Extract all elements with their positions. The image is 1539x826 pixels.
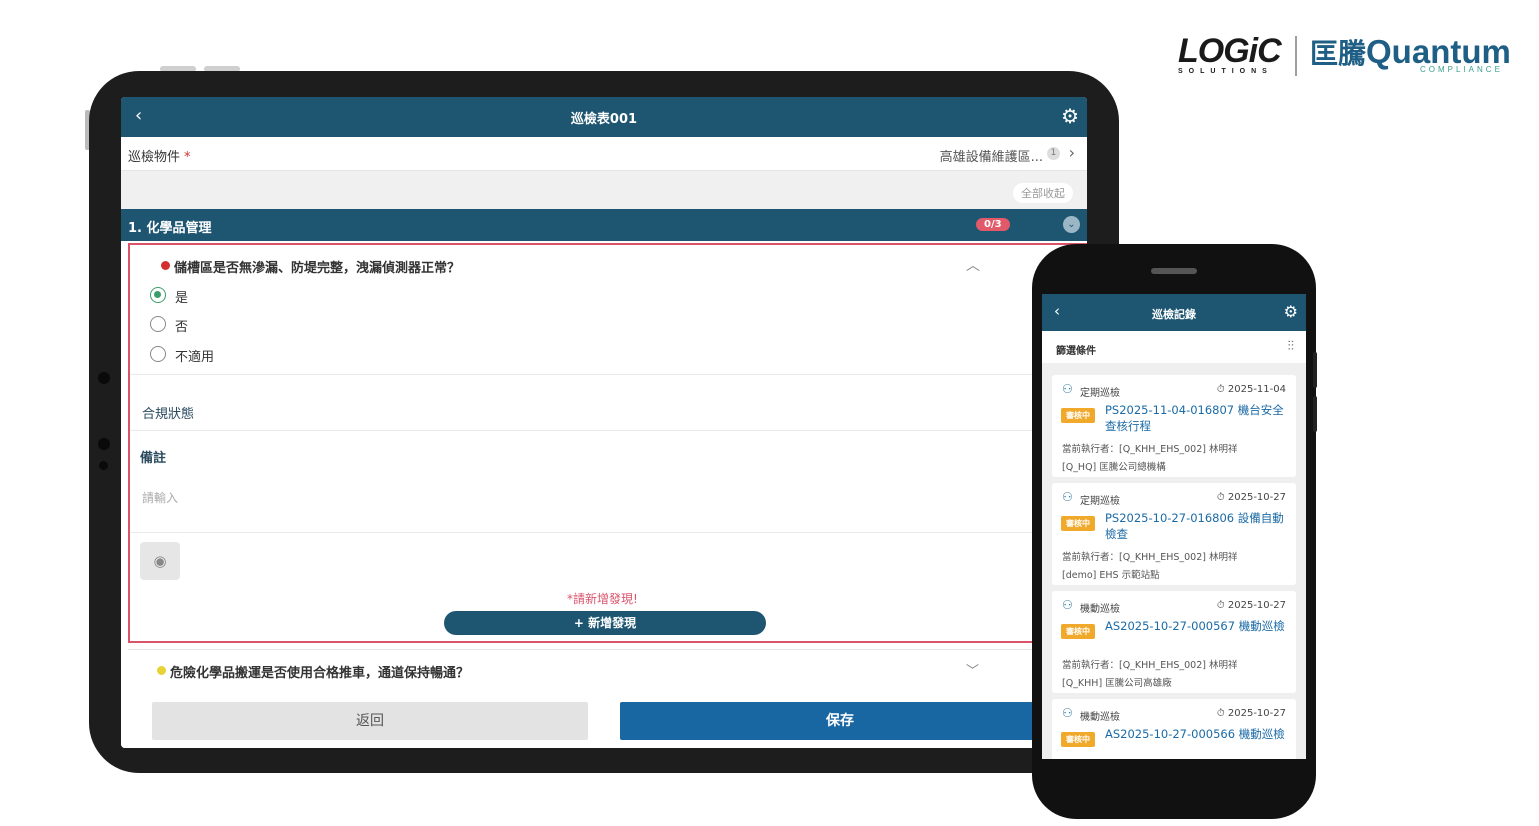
option-label: 不適用 [175,350,215,365]
status-badge: 審核中 [1061,516,1095,531]
required-mark: * [184,150,191,165]
add-finding-button[interactable]: + 新增發現 [444,611,766,635]
yellow-dot-icon [157,666,166,675]
divider [130,532,1087,533]
record-date: ⏱ 2025-10-27 [1216,600,1286,611]
record-org: [demo] EHS 示範站點 [1062,570,1160,581]
compliance-status-label[interactable]: 合規狀態 [142,403,194,422]
radio-icon[interactable] [150,346,166,362]
status-badge: 審核中 [1061,408,1095,423]
inspection-object-row[interactable]: 巡檢物件 * 高雄設備維護區... 1 › [121,137,1087,171]
tablet-screen: ‹ 巡檢表001 ⚙ 巡檢物件 * 高雄設備維護區... 1 › 全部收起 1. … [121,97,1087,748]
option-label: 否 [175,320,189,335]
inspection-object-label: 巡檢物件 * [128,150,191,165]
record-date: ⏱ 2025-11-04 [1216,384,1286,395]
page-title: 巡檢表001 [570,112,638,127]
phone-side-button [1313,396,1317,432]
question-text: 危險化學品搬運是否使用合格推車，通道保持暢通？ [170,666,470,681]
section-progress-badge: 0/3 [976,218,1010,231]
phone-screen: ‹ 巡檢記錄 ⚙ 篩選條件 ⫶⫶ ⚇ 定期巡檢 ⏱ 2025-11-04 審核中… [1042,294,1306,759]
record-kind: 機動巡檢 [1080,712,1120,723]
filter-bar[interactable]: 篩選條件 ⫶⫶ [1042,331,1306,363]
note-label: 備註 [140,451,167,466]
save-button[interactable]: 保存 [620,702,1060,740]
record-card[interactable]: ⚇ 定期巡檢 ⏱ 2025-11-04 審核中 PS2025-11-04-016… [1052,375,1296,477]
record-code: PS2025-11-04-016807 機台安全查核行程 [1105,403,1284,433]
question-text: 儲槽區是否無滲漏、防堤完整，洩漏偵測器正常？ [174,261,461,276]
tablet-camera [98,372,110,384]
option-label: 是 [175,291,189,306]
chevron-down-icon[interactable]: ﹀ [966,660,979,679]
quantum-cn-wordmark: 匡騰 [1310,37,1367,70]
quantum-subtitle: COMPLIANCE [1420,65,1503,74]
object-count-badge: 1 [1047,147,1060,160]
chevron-right-icon: › [1068,143,1075,162]
radio-icon[interactable] [150,316,166,332]
record-card[interactable]: ⚇ 機動巡檢 ⏱ 2025-10-27 審核中 AS2025-10-27-000… [1052,591,1296,693]
section-header[interactable]: 1. 化學品管理 0/3 ⌄ [121,209,1087,241]
finding-warning: *請新增發現! [567,592,638,606]
collapse-all-button[interactable]: 全部收起 [1013,183,1073,203]
record-executor: 當前執行者：[Q_KHH_EHS_002] 林明祥 [1062,552,1238,563]
record-card[interactable]: ⚇ 定期巡檢 ⏱ 2025-10-27 審核中 PS2025-10-27-016… [1052,483,1296,585]
status-badge: 審核中 [1061,732,1095,747]
phone-speaker [1151,268,1197,274]
question-card-collapsed[interactable]: 危險化學品搬運是否使用合格推車，通道保持暢通？ ﹀ [128,649,1087,693]
bottom-action-bar: 返回 保存 [121,694,1087,748]
record-code: AS2025-10-27-000566 機動巡檢 [1105,727,1285,741]
gear-icon[interactable]: ⚙ [1284,302,1298,321]
back-button[interactable]: 返回 [152,702,588,740]
record-card[interactable]: ⚇ 機動巡檢 ⏱ 2025-10-27 審核中 AS2025-10-27-000… [1052,699,1296,759]
divider [130,374,1087,375]
record-code: PS2025-10-27-016806 設備自動檢查 [1105,511,1284,541]
tablet-sensor [98,438,110,450]
logic-wordmark: LOGiC [1178,32,1282,70]
logic-solutions-logo: LOGiC SOLUTIONS [1178,34,1288,76]
divider [130,430,1087,431]
record-org: [Q_KHH] 匡騰公司高雄廠 [1062,678,1172,689]
filter-label: 篩選條件 [1056,346,1096,357]
inspector-icon: ⚇ [1062,598,1073,612]
quantum-compliance-logo: 匡騰Quantum COMPLIANCE [1310,32,1520,76]
record-executor: 當前執行者：[Q_KHH_EHS_002] 林明祥 [1062,444,1238,455]
record-date: ⏱ 2025-10-27 [1216,492,1286,503]
record-code: AS2025-10-27-000567 機動巡檢 [1105,619,1285,633]
inspector-icon: ⚇ [1062,382,1073,396]
inspector-icon: ⚇ [1062,706,1073,720]
tablet-sensor-small [99,461,108,470]
record-kind: 定期巡檢 [1080,496,1120,507]
record-org: [Q_HQ] 匡騰公司總機構 [1062,462,1166,473]
section-collapse-icon[interactable]: ⌄ [1063,216,1080,233]
question-card: 儲槽區是否無滲漏、防堤完整，洩漏偵測器正常？ ︿ 是 否 不適用 合規狀態 備註… [128,243,1087,643]
record-executor: 當前執行者：[Q_KHH_EHS_002] 林明祥 [1062,660,1238,671]
logo-divider [1295,36,1297,76]
record-kind: 機動巡檢 [1080,604,1120,615]
inspection-object-value: 高雄設備維護區... [939,150,1043,165]
phone-page-title: 巡檢記錄 [1152,308,1196,321]
section-title: 1. 化學品管理 [128,221,212,236]
required-dot-icon [161,261,170,270]
filter-sliders-icon[interactable]: ⫶⫶ [1288,339,1295,354]
camera-icon[interactable]: ◉ [140,542,180,580]
record-date: ⏱ 2025-10-27 [1216,708,1286,719]
phone-header: ‹ 巡檢記錄 ⚙ [1042,294,1306,331]
gear-icon[interactable]: ⚙ [1061,104,1079,128]
inspector-icon: ⚇ [1062,490,1073,504]
status-badge: 審核中 [1061,624,1095,639]
record-kind: 定期巡檢 [1080,388,1120,399]
chevron-up-icon[interactable]: ︿ [966,255,980,275]
toolbar-band: 全部收起 [121,171,1087,209]
logic-subtitle: SOLUTIONS [1178,68,1273,75]
phone-side-button [1313,352,1317,388]
note-input[interactable]: 請輸入 [142,489,178,506]
radio-selected-icon[interactable] [150,287,166,303]
tablet-header: ‹ 巡檢表001 ⚙ [121,97,1087,137]
